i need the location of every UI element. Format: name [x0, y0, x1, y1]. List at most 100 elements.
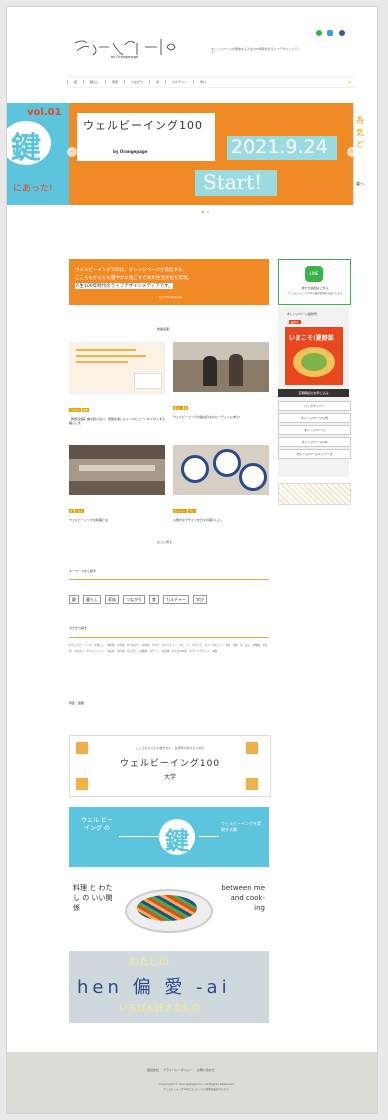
site-logo[interactable]: by Orangepage — [71, 29, 181, 69]
article-tag[interactable]: 家族 — [82, 408, 90, 412]
banner-key-center: 鍵 — [165, 827, 189, 855]
sidebar-link[interactable]: オレンジページメンバーズ — [278, 449, 351, 459]
keyword-button[interactable]: 家族 — [105, 595, 119, 604]
article-tag[interactable]: 暮らし — [173, 406, 183, 410]
tag-link[interactable]: #住まい — [74, 650, 84, 653]
banner-cooking[interactable]: 料理 と わたし の いい関係 between me and cook- ing — [69, 879, 269, 939]
article-card[interactable]: つながり 家族 【特別企画】誰も知らない、家族を楽しむインタビュー！わくわくする暮… — [69, 342, 165, 425]
article-card[interactable]: 食ごはん ウェルビーイングな料理とは — [69, 445, 165, 522]
tag-link[interactable]: #旅 — [233, 644, 238, 647]
backnumber-button[interactable]: バックナンバー — [278, 401, 351, 411]
article-card[interactable]: カルチャー 学び 心豊かなデザインを日々の暮らしに。 — [173, 445, 269, 522]
header-description: オレンジページが発信する人生100年時代のライフデザインメディア — [211, 47, 301, 55]
hero-logo: ウェルビーイング100 — [83, 119, 203, 132]
tag-link[interactable]: #学び — [152, 644, 159, 647]
facebook-icon[interactable] — [339, 30, 345, 36]
tag-link[interactable]: #カルチャー — [162, 644, 177, 647]
keyword-button[interactable]: 食 — [149, 595, 159, 604]
tag-link[interactable]: #健康 — [142, 644, 149, 647]
keyword-button[interactable]: 学び — [192, 595, 207, 604]
banner-hen-ai[interactable]: わたしの hen 偏 愛 -ai いちばん好きなもの — [69, 951, 269, 1023]
tag-link[interactable]: #からだ — [192, 644, 202, 647]
tag-link[interactable]: #インタビュー — [205, 644, 223, 647]
carousel-dot[interactable] — [207, 211, 209, 213]
sidebar-link[interactable]: オレンジページ公式 — [278, 413, 351, 423]
footer-link[interactable]: お問い合わせ — [197, 1068, 215, 1072]
tag-link[interactable]: #ライフデザイン — [189, 650, 209, 653]
tag-link[interactable]: #ファッション — [87, 650, 105, 653]
divider — [69, 579, 269, 580]
carousel-next-button[interactable]: › — [347, 147, 357, 157]
hero-caption: にあった! — [13, 184, 53, 194]
tag-link[interactable]: #鍵 — [212, 650, 217, 653]
search-icon[interactable]: ⚲ — [348, 80, 355, 85]
more-link[interactable]: もっと見る — [157, 540, 172, 544]
line-friend-box[interactable]: LINE 友だち追加はこちら ウェルビーイング100の最新情報をお届けします — [278, 259, 351, 305]
tag-link[interactable]: #暮らし — [95, 644, 105, 647]
magazine-title: オレンジページ最新号 — [287, 312, 317, 316]
tag-link[interactable]: #つながり — [127, 644, 140, 647]
tag-link[interactable]: #美容 — [107, 650, 114, 653]
keyword-button[interactable]: つながり — [123, 595, 145, 604]
article-title[interactable]: ウェルビーイングな料理とは — [69, 518, 165, 522]
browser-page: by Orangepage オレンジページが発信する人生100年時代のライフデザ… — [6, 6, 378, 1114]
carousel-dot-active[interactable] — [202, 211, 204, 213]
nav-item-life[interactable]: 暮らし — [83, 80, 105, 84]
article-tag[interactable]: 鍵 — [183, 406, 189, 410]
tag-link[interactable]: #アート — [150, 650, 160, 653]
nav-item-food[interactable]: 食 — [149, 80, 165, 84]
tag-link[interactable]: #料理 — [107, 644, 114, 647]
carousel-prev-button[interactable]: ‹ — [67, 147, 77, 157]
article-title[interactable]: 心豊かなデザインを日々の暮らしに。 — [173, 518, 269, 522]
tag-link[interactable]: #子育て — [127, 650, 137, 653]
subscribe-button[interactable]: 定期購読のお申し込み — [278, 389, 349, 397]
keyword-button[interactable]: カルチャー — [163, 595, 189, 604]
tag-link[interactable]: #ごはん — [240, 644, 250, 647]
hero-slide-next[interactable]: 為 気 ど 楽へ — [353, 103, 377, 205]
hero-key: 鍵 — [11, 131, 41, 166]
tag-link[interactable]: #睡眠 — [253, 644, 260, 647]
tag-heading: タグから探す — [69, 626, 88, 630]
tag-link[interactable]: #ウェルビーイング — [69, 644, 92, 647]
banner-university[interactable]: こころもからだも健やかに、生涯学び続けるための ウェルビーイング100 大学 — [69, 735, 271, 797]
banner-university-title: ウェルビーイング100 — [119, 759, 221, 769]
nav-item-family[interactable]: 家族 — [105, 80, 124, 84]
article-card[interactable]: 暮らし鍵 ウェルビーイングの鍵は日々のルーティンにあり! — [173, 342, 269, 419]
article-tag[interactable]: つながり — [69, 408, 82, 412]
tag-link[interactable]: #こころ — [180, 644, 190, 647]
article-tag[interactable]: ごはん — [74, 509, 85, 513]
nav-item-culture[interactable]: カルチャー — [165, 80, 193, 84]
article-tag[interactable]: カルチャー — [173, 509, 188, 513]
twitter-icon[interactable] — [327, 30, 333, 36]
tag-link[interactable]: #食 — [225, 644, 230, 647]
keyword-button[interactable]: 暮らし — [83, 595, 101, 604]
footer-link[interactable]: 運営会社 — [147, 1068, 159, 1072]
magazine-cover[interactable]: いまこそ!夏野菜 — [285, 327, 343, 385]
intro-sub: by Orangepage — [159, 295, 183, 299]
tag-link[interactable]: #読書 — [162, 650, 169, 653]
intro-line-2: こころもからだも健やかに過ごすための生活文化を実現。 — [75, 276, 193, 281]
nav-item-connect[interactable]: つながり — [124, 80, 149, 84]
nav-item-key[interactable]: 鍵 — [67, 80, 83, 84]
footer-link[interactable]: プライバシーポリシー — [163, 1068, 193, 1072]
article-title[interactable]: ウェルビーイングの鍵は日々のルーティンにあり! — [173, 415, 269, 419]
tag-link[interactable]: #人生100年 — [172, 650, 187, 653]
footer-copyright: Copyright © Orangepage Inc. All Rights R… — [159, 1082, 235, 1086]
banner-hen-overlay-bottom: いちばん好きなもの — [119, 1004, 201, 1014]
article-tag[interactable]: 食 — [69, 509, 74, 513]
tag-link[interactable]: #趣味 — [140, 650, 147, 653]
main-nav: 鍵 暮らし 家族 つながり 食 カルチャー 学び ⚲ — [67, 76, 355, 88]
hero-slide-prev[interactable]: vol.01 鍵 にあった! — [7, 103, 69, 205]
article-tag[interactable]: 学び — [188, 509, 196, 513]
sidebar-banner[interactable] — [278, 483, 351, 505]
tag-link[interactable]: #仕事 — [117, 650, 124, 653]
banner-key[interactable]: ウェル ビーイング の 鍵 ウェルビーイングを実現する鍵 — [69, 807, 269, 867]
sidebar-link[interactable]: オレンジページnet — [278, 437, 351, 447]
keyword-button[interactable]: 鍵 — [69, 595, 79, 604]
line-icon[interactable] — [316, 30, 322, 36]
nav-item-learn[interactable]: 学び — [193, 80, 212, 84]
hero-slide-main[interactable]: ウェルビーイング100 by Orangepage 2021.9.24 Star… — [69, 103, 353, 205]
article-title[interactable]: 【特別企画】誰も知らない、家族を楽しむインタビュー！わくわくする暮らしを — [69, 417, 165, 425]
tag-link[interactable]: #家族 — [117, 644, 124, 647]
sidebar-link[interactable]: オレンジページ — [278, 425, 351, 435]
